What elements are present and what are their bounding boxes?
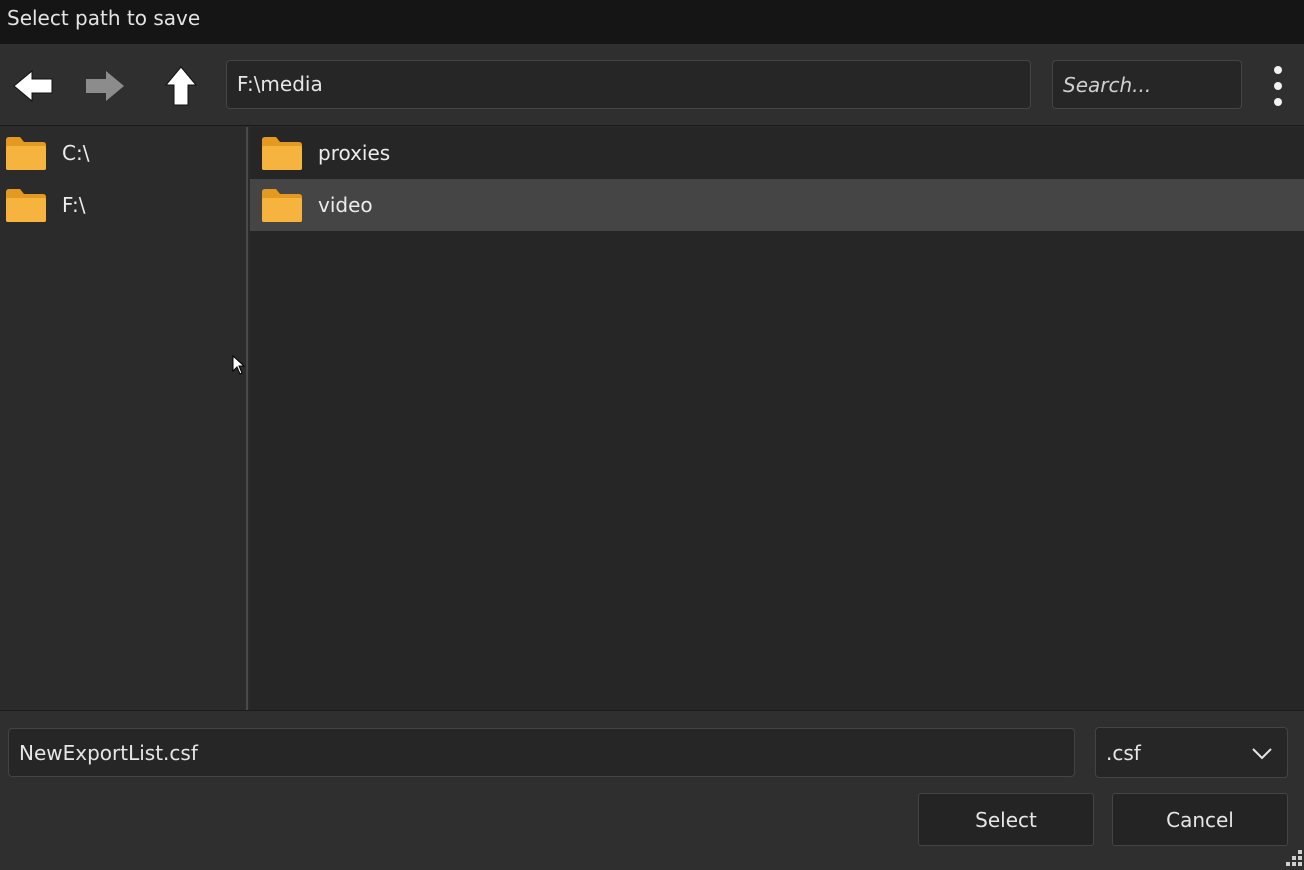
filename-input[interactable] [8, 728, 1075, 777]
path-field[interactable]: F:\media [226, 60, 1031, 109]
bottom-bar: .csf Select Cancel [0, 710, 1304, 870]
folder-icon [6, 137, 46, 170]
mouse-cursor-icon [232, 355, 246, 375]
resize-grip-icon[interactable] [1280, 846, 1304, 870]
folder-icon [6, 189, 46, 222]
file-type-value: .csf [1106, 740, 1141, 765]
folder-icon [262, 137, 302, 170]
back-button[interactable] [10, 64, 56, 108]
list-item-label: video [318, 193, 373, 217]
cancel-button[interactable]: Cancel [1112, 793, 1288, 846]
arrow-left-icon [13, 69, 53, 103]
toolbar: F:\media [0, 44, 1304, 126]
sidebar-item-c-drive[interactable]: C:\ [0, 127, 246, 179]
title-bar: Select path to save [0, 0, 1304, 44]
chevron-down-icon [1252, 748, 1272, 760]
arrow-up-icon [164, 66, 198, 106]
list-item-video[interactable]: video [250, 179, 1304, 231]
more-options-icon[interactable] [1264, 64, 1292, 108]
list-item-label: proxies [318, 141, 391, 165]
sidebar-item-f-drive[interactable]: F:\ [0, 179, 246, 231]
forward-button[interactable] [82, 64, 128, 108]
list-item-proxies[interactable]: proxies [250, 127, 1304, 179]
file-type-select[interactable]: .csf [1095, 727, 1288, 778]
window-title: Select path to save [7, 6, 201, 30]
arrow-right-icon [86, 71, 124, 101]
select-button[interactable]: Select [918, 793, 1094, 846]
up-folder-button[interactable] [158, 64, 204, 108]
sidebar-item-label: F:\ [62, 193, 86, 217]
search-input[interactable] [1052, 60, 1242, 109]
sidebar-item-label: C:\ [62, 141, 90, 165]
file-list: proxies video [250, 127, 1304, 710]
folder-icon [262, 189, 302, 222]
drives-sidebar: C:\ F:\ [0, 127, 248, 710]
